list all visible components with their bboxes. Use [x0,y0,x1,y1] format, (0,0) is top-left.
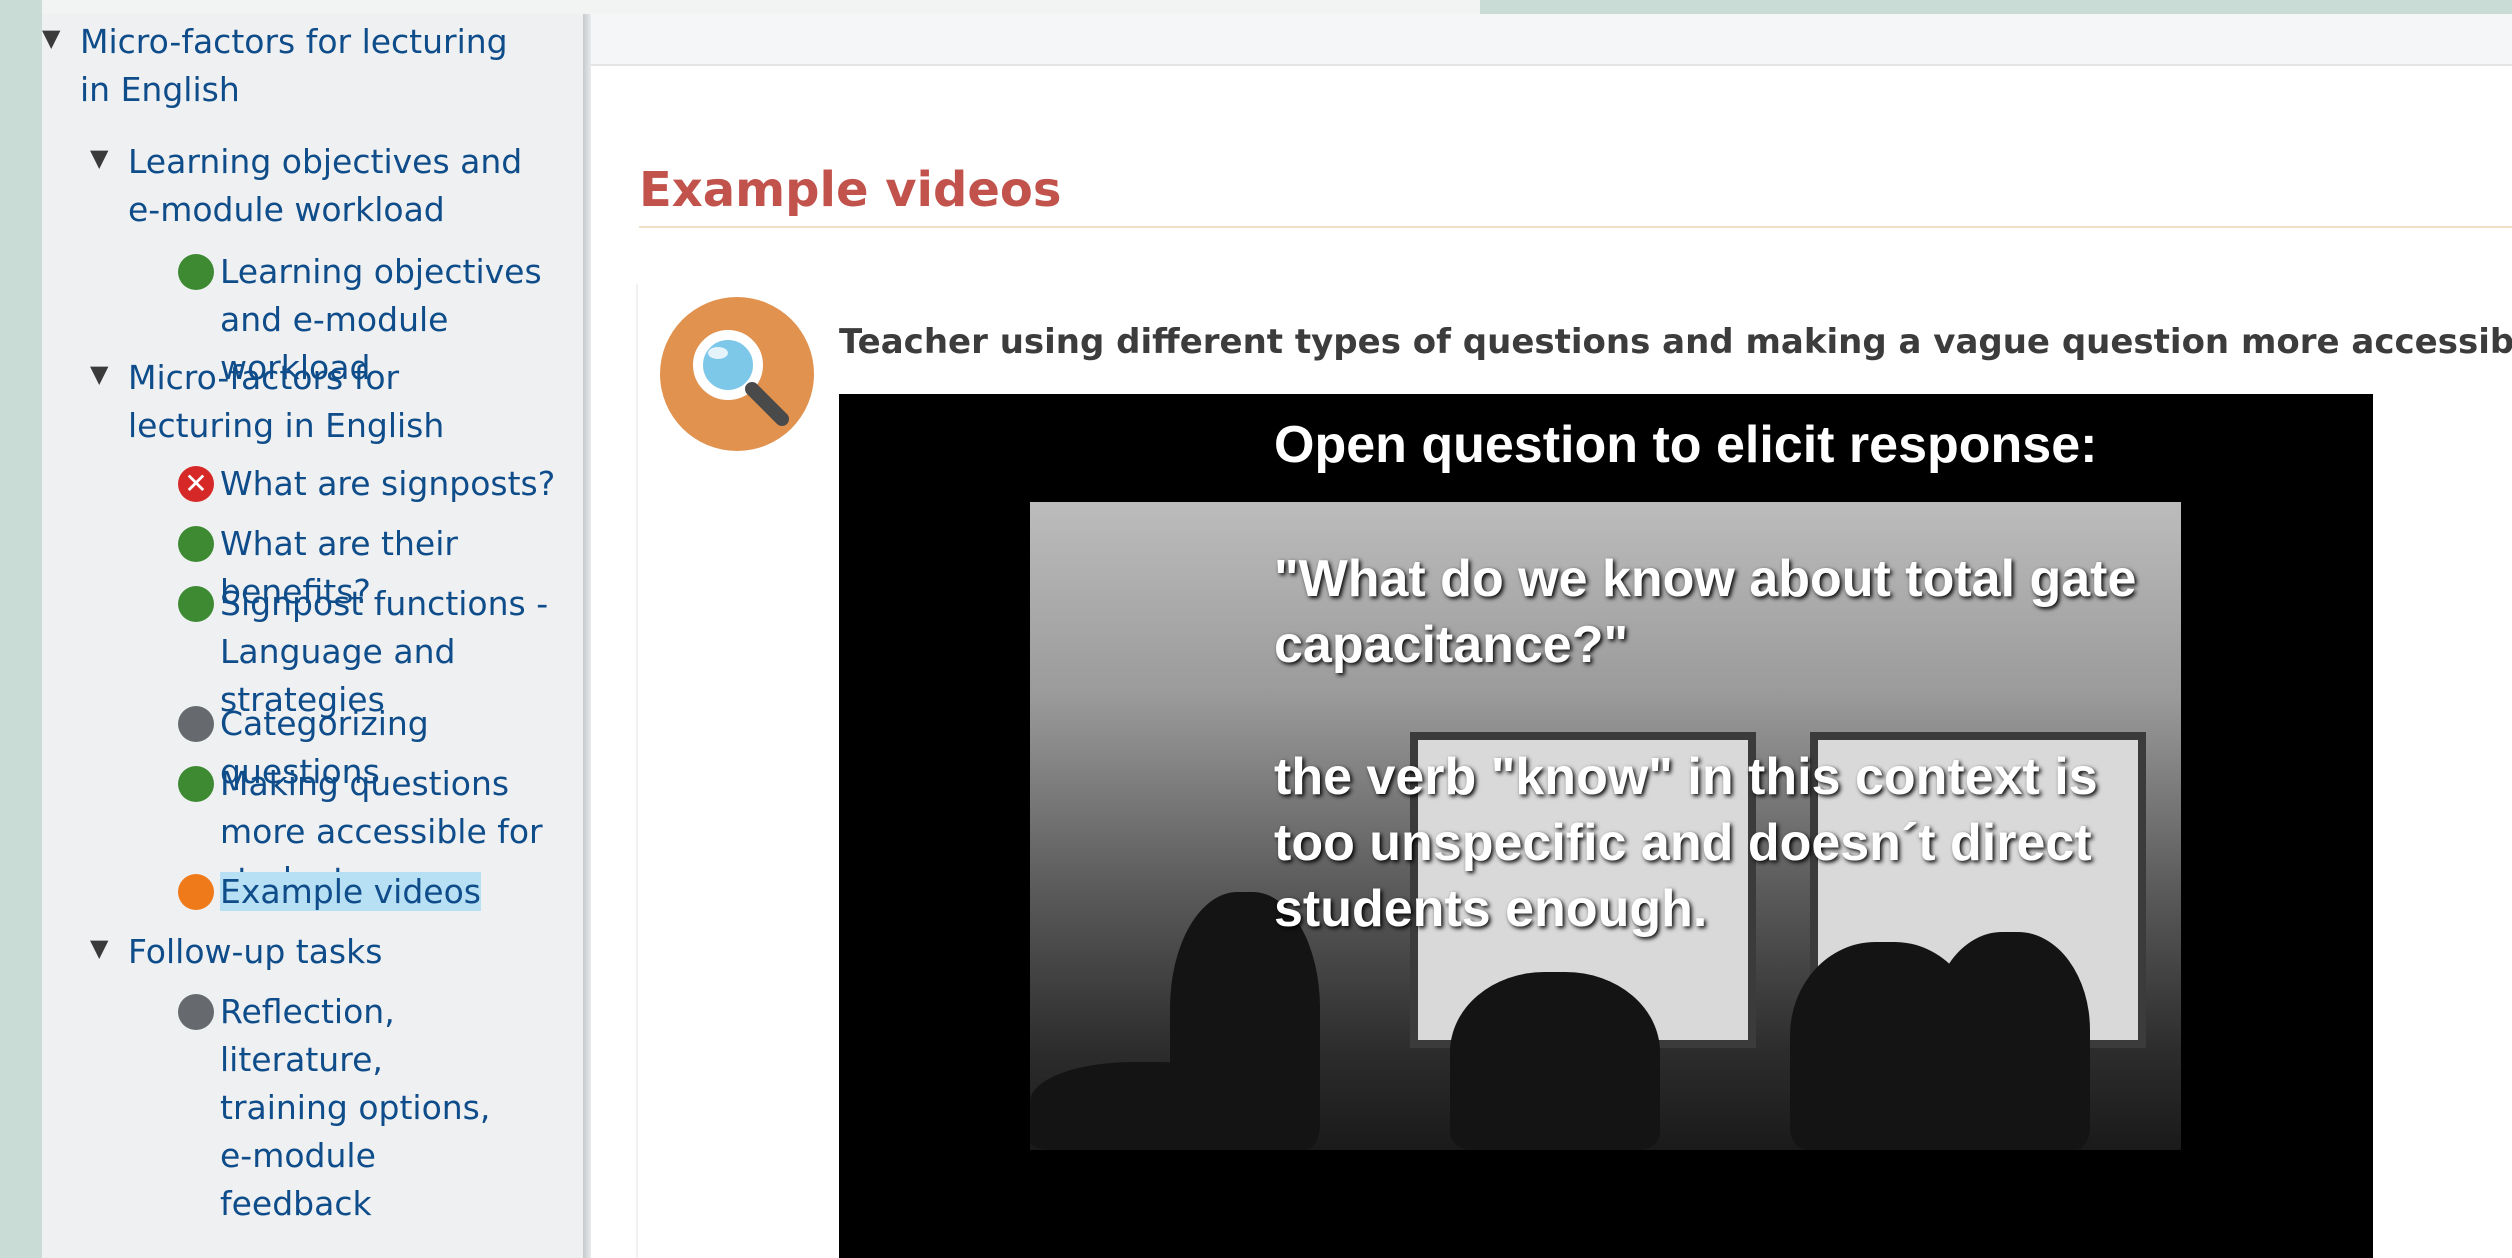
tree-item-label[interactable]: Reflection, literature, training options… [178,988,498,1228]
tree-item-label[interactable]: What are signposts? [178,460,568,508]
expand-toggle-icon[interactable]: ▼ [90,354,120,394]
failed-status-icon: ✕ [178,466,214,502]
video-heading: Teacher using different types of questio… [839,322,2512,362]
completed-status-icon [178,254,214,290]
current-page-highlight[interactable]: Example videos [220,872,481,911]
student-silhouette [1030,1062,1260,1150]
title-divider [639,226,2512,228]
tree-item-reflection-literature[interactable]: Reflection, literature, training options… [178,988,498,1228]
screen: ▼ Micro-factors for lecturing in English… [0,0,2512,1258]
completed-status-icon [178,526,214,562]
expand-toggle-icon[interactable]: ▼ [90,928,120,968]
tree-section-micro-factors[interactable]: ▼ Micro-factors for lecturing in English [90,354,540,450]
tree-item-label-current[interactable]: Example videos [178,868,578,916]
not-attempted-status-icon [178,994,214,1030]
tree-section-follow-up-tasks[interactable]: ▼ Follow-up tasks [90,928,530,976]
student-silhouette [1450,972,1660,1150]
left-gutter [0,0,42,1258]
video-caption-line: students enough. [1274,880,1708,938]
main-content: Example videos Teacher using different t… [591,14,2512,1258]
page-title: Example videos [639,162,1062,218]
student-silhouette [1930,932,2090,1150]
tree-section-label[interactable]: Micro-factors for lecturing in English [90,354,540,450]
video-caption-line: Open question to elicit response: [1274,416,2098,474]
tree-section-learning-objectives[interactable]: ▼ Learning objectives and e-module workl… [90,138,530,234]
magnifier-icon-graphic [693,330,789,426]
sidebar-divider [583,14,591,1258]
video-caption-line: too unspecific and doesn´t direct [1274,814,2092,872]
magnifier-icon [660,297,814,451]
video-caption-line: "What do we know about total gate [1274,550,2137,608]
tree-section-label[interactable]: Follow-up tasks [90,928,530,976]
expand-toggle-icon[interactable]: ▼ [42,18,72,58]
completed-status-icon [178,766,214,802]
video-player[interactable]: Open question to elicit response: "What … [839,394,2373,1258]
current-status-icon [178,874,214,910]
tree-item-what-are-signposts[interactable]: ✕ What are signposts? [178,460,568,508]
top-bar [0,0,1480,14]
video-caption-line: the verb "know" in this context is [1274,748,2098,806]
tree-item-example-videos[interactable]: Example videos [178,868,578,916]
tree-section-label[interactable]: Micro-factors for lecturing in English [42,18,532,114]
tree-section-label[interactable]: Learning objectives and e-module workloa… [90,138,530,234]
video-caption-line: capacitance?" [1274,616,1629,674]
completed-status-icon [178,586,214,622]
content-left-rule [636,284,638,1258]
not-attempted-status-icon [178,706,214,742]
expand-toggle-icon[interactable]: ▼ [90,138,120,178]
content-header-strip [591,14,2512,66]
course-navigation-sidebar: ▼ Micro-factors for lecturing in English… [42,14,584,1258]
tree-section-micro-factors-root[interactable]: ▼ Micro-factors for lecturing in English [42,18,532,114]
